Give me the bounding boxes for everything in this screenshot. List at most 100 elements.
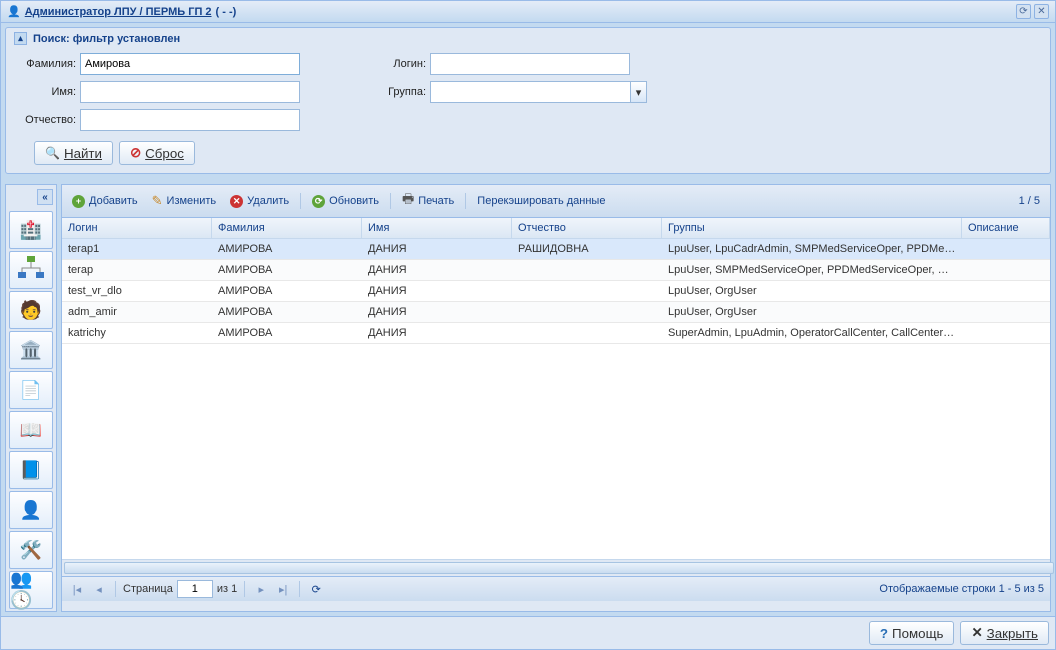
cell: ДАНИЯ — [362, 260, 512, 280]
cell: test_vr_dlo — [62, 281, 212, 301]
family-label: Фамилия: — [14, 58, 76, 70]
login-input[interactable] — [430, 53, 630, 75]
pager-prev[interactable]: ◂ — [90, 580, 108, 598]
name-input[interactable] — [80, 81, 300, 103]
cell — [962, 239, 1050, 259]
cell: terap — [62, 260, 212, 280]
close-button[interactable]: ✕Закрыть — [960, 621, 1049, 645]
cell: АМИРОВА — [212, 281, 362, 301]
admin-icon: 👤 — [7, 5, 21, 18]
sidebar-item-person[interactable]: 🧑 — [9, 291, 53, 329]
group-label: Группа: — [380, 86, 426, 98]
cell: adm_amir — [62, 302, 212, 322]
delete-button[interactable]: ✕Удалить — [224, 192, 295, 211]
pager-first[interactable]: |◂ — [68, 580, 86, 598]
refresh-button[interactable]: ⟳Обновить — [306, 192, 385, 211]
bank-icon: 🏛️ — [20, 340, 42, 361]
print-button[interactable]: 🖶Печать — [396, 187, 460, 215]
person-icon: 🧑 — [20, 300, 42, 321]
pager-refresh[interactable]: ⟳ — [307, 580, 325, 598]
footer: ?Помощь ✕Закрыть — [1, 616, 1055, 649]
patronymic-input[interactable] — [80, 109, 300, 131]
cell — [962, 323, 1050, 343]
col-desc[interactable]: Описание — [962, 218, 1050, 238]
recache-button[interactable]: Перекэшировать данные — [471, 192, 611, 210]
sidebar-collapse-button[interactable]: « — [37, 189, 53, 205]
user-icon: 👤 — [20, 500, 42, 521]
h-scrollbar[interactable] — [62, 559, 1050, 576]
add-button[interactable]: +Добавить — [66, 192, 144, 211]
grid-toolbar: +Добавить ✎Изменить ✕Удалить ⟳Обновить 🖶… — [62, 185, 1050, 218]
document-icon: 📄 — [20, 380, 42, 401]
find-button[interactable]: 🔍 Найти — [34, 141, 113, 165]
col-patronymic[interactable]: Отчество — [512, 218, 662, 238]
cell: ДАНИЯ — [362, 239, 512, 259]
col-groups[interactable]: Группы — [662, 218, 962, 238]
cell: katrichy — [62, 323, 212, 343]
group-select[interactable] — [430, 81, 630, 103]
table-row[interactable]: adm_amirАМИРОВАДАНИЯLpuUser, OrgUser — [62, 302, 1050, 323]
col-family[interactable]: Фамилия — [212, 218, 362, 238]
grid-body: terap1АМИРОВАДАНИЯРАШИДОВНАLpuUser, LpuC… — [62, 239, 1050, 559]
sidebar-item-hospital[interactable]: 🏥 — [9, 211, 53, 249]
table-row[interactable]: terapАМИРОВАДАНИЯLpuUser, SMPMedServiceO… — [62, 260, 1050, 281]
cell — [962, 260, 1050, 280]
pager: |◂ ◂ Страница из 1 ▸ ▸| ⟳ Отображаемые с… — [62, 576, 1050, 601]
collapse-search-icon[interactable]: ▴ — [14, 32, 27, 45]
sidebar-item-tools[interactable]: 🛠️ — [9, 531, 53, 569]
help-button[interactable]: ?Помощь — [869, 621, 955, 645]
cell: РАШИДОВНА — [512, 239, 662, 259]
sidebar: « 🏥 🧑 🏛️ 📄 📖 📘 👤 🛠️ 👥🕓 — [5, 184, 57, 612]
pencil-icon: ✎ — [152, 193, 163, 209]
group-select-trigger[interactable]: ▾ — [630, 81, 647, 103]
name-label: Имя: — [14, 86, 76, 98]
search-panel: ▴ Поиск: фильтр установлен Фамилия: Имя:… — [5, 27, 1051, 174]
sidebar-item-schedule[interactable]: 👥🕓 — [9, 571, 53, 609]
family-input[interactable] — [80, 53, 300, 75]
sidebar-item-orgchart[interactable] — [9, 251, 53, 289]
cell: LpuUser, SMPMedServiceOper, PPDMedServic… — [662, 260, 962, 280]
pager-last[interactable]: ▸| — [274, 580, 292, 598]
col-login[interactable]: Логин — [62, 218, 212, 238]
cell: ДАНИЯ — [362, 302, 512, 322]
cell: SuperAdmin, LpuAdmin, OperatorCallCenter… — [662, 323, 962, 343]
login-label: Логин: — [380, 58, 426, 70]
table-row[interactable]: terap1АМИРОВАДАНИЯРАШИДОВНАLpuUser, LpuC… — [62, 239, 1050, 260]
pager-page-label: Страница — [123, 583, 173, 595]
refresh-window-button[interactable]: ⟳ — [1016, 4, 1031, 19]
refresh-icon: ⟳ — [312, 195, 325, 208]
pager-page-input[interactable] — [177, 580, 213, 598]
pager-next[interactable]: ▸ — [252, 580, 270, 598]
sidebar-item-document[interactable]: 📄 — [9, 371, 53, 409]
sidebar-item-bank[interactable]: 🏛️ — [9, 331, 53, 369]
search-panel-title: Поиск: фильтр установлен — [33, 33, 180, 45]
sidebar-item-user[interactable]: 👤 — [9, 491, 53, 529]
window-title[interactable]: Администратор ЛПУ / ПЕРМЬ ГП 2 — [25, 6, 212, 18]
cell: terap1 — [62, 239, 212, 259]
cancel-icon: ⊘ — [130, 145, 141, 161]
window-subtitle: ( - -) — [216, 6, 237, 18]
table-row[interactable]: katrichyАМИРОВАДАНИЯ SuperAdmin, LpuAdmin… — [62, 323, 1050, 344]
cell: LpuUser, OrgUser — [662, 281, 962, 301]
hospital-icon: 🏥 — [20, 220, 42, 241]
reset-button[interactable]: ⊘ Сброс — [119, 141, 195, 165]
table-row[interactable]: test_vr_dloАМИРОВАДАНИЯLpuUser, OrgUser — [62, 281, 1050, 302]
main-grid-panel: +Добавить ✎Изменить ✕Удалить ⟳Обновить 🖶… — [61, 184, 1051, 612]
plus-icon: + — [72, 195, 85, 208]
cell: LpuUser, LpuCadrAdmin, SMPMedServiceOper… — [662, 239, 962, 259]
sidebar-item-book[interactable]: 📖 — [9, 411, 53, 449]
col-name[interactable]: Имя — [362, 218, 512, 238]
close-window-button[interactable]: ✕ — [1034, 4, 1049, 19]
cell — [512, 323, 662, 343]
orgchart-icon — [16, 254, 46, 287]
help-icon: ? — [880, 626, 888, 641]
cell: ДАНИЯ — [362, 323, 512, 343]
delete-icon: ✕ — [230, 195, 243, 208]
notebook-icon: 📘 — [20, 460, 42, 481]
edit-button[interactable]: ✎Изменить — [146, 190, 223, 212]
cell: АМИРОВА — [212, 323, 362, 343]
close-icon: ✕ — [971, 625, 982, 641]
sidebar-item-notebook[interactable]: 📘 — [9, 451, 53, 489]
row-counter: 1 / 5 — [1019, 195, 1046, 207]
cell — [512, 281, 662, 301]
